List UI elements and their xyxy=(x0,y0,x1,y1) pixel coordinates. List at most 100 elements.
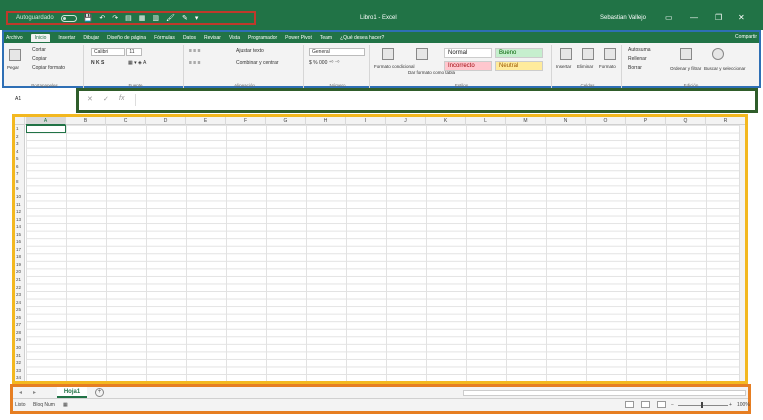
row-header[interactable]: 19 xyxy=(15,261,25,269)
format-as-table-icon[interactable] xyxy=(416,48,428,60)
font-size-select[interactable]: 11 xyxy=(126,48,143,56)
name-box[interactable]: A1 xyxy=(12,94,67,104)
tab-dibujar[interactable]: Dibujar xyxy=(83,35,99,41)
horizontal-scrollbar[interactable] xyxy=(463,390,746,396)
row-header[interactable]: 3 xyxy=(15,140,25,148)
row-header[interactable]: 29 xyxy=(15,336,25,344)
cancel-icon[interactable]: ✕ xyxy=(87,95,93,103)
tab-diseno[interactable]: Diseño de página xyxy=(107,35,146,41)
prev-sheet-icon[interactable]: ◂ xyxy=(19,389,22,396)
find-select-icon[interactable] xyxy=(712,48,724,60)
customize-qat-icon[interactable]: ▾ xyxy=(195,14,199,22)
ribbon-display-icon[interactable]: ▭ xyxy=(665,13,673,22)
row-header[interactable]: 25 xyxy=(15,306,25,314)
formula-input[interactable] xyxy=(135,94,755,106)
column-header[interactable]: A xyxy=(26,117,66,125)
autosave-toggle[interactable] xyxy=(60,14,77,22)
row-header[interactable]: 7 xyxy=(15,170,25,178)
row-header[interactable]: 20 xyxy=(15,268,25,276)
row-header[interactable]: 14 xyxy=(15,223,25,231)
format-cells-button[interactable]: Formato xyxy=(599,64,616,69)
row-header[interactable]: 8 xyxy=(15,178,25,186)
row-header[interactable]: 1 xyxy=(15,125,25,133)
wrap-text-button[interactable]: Ajustar texto xyxy=(236,48,264,54)
tab-datos[interactable]: Datos xyxy=(183,35,196,41)
redo-icon[interactable]: ↷ xyxy=(112,14,118,22)
row-header[interactable]: 34 xyxy=(15,374,25,381)
sheet-tab[interactable]: Hoja1 xyxy=(57,387,87,398)
select-all-corner[interactable] xyxy=(15,117,25,125)
row-header[interactable]: 15 xyxy=(15,231,25,239)
row-header[interactable]: 24 xyxy=(15,299,25,307)
zoom-level[interactable]: 100% xyxy=(737,402,750,408)
column-header[interactable]: N xyxy=(546,117,586,125)
zoom-slider[interactable] xyxy=(678,405,728,406)
row-header[interactable]: 10 xyxy=(15,193,25,201)
column-header[interactable]: C xyxy=(106,117,146,125)
macro-record-icon[interactable]: ▦ xyxy=(63,402,68,408)
close-button[interactable]: ✕ xyxy=(738,13,745,22)
align-top-icons[interactable]: ≡ ≡ ≡ xyxy=(189,48,201,54)
row-header[interactable]: 30 xyxy=(15,344,25,352)
column-header[interactable]: M xyxy=(506,117,546,125)
row-header[interactable]: 32 xyxy=(15,359,25,367)
copy-button[interactable]: Copiar xyxy=(32,56,47,62)
row-header[interactable]: 6 xyxy=(15,163,25,171)
row-header[interactable]: 28 xyxy=(15,329,25,337)
align-horizontal-icons[interactable]: ≡ ≡ ≡ xyxy=(189,60,201,66)
tab-power-pivot[interactable]: Power Pivot xyxy=(285,35,312,41)
sort-filter-icon[interactable] xyxy=(680,48,692,60)
column-header[interactable]: Q xyxy=(666,117,706,125)
vertical-scrollbar[interactable] xyxy=(739,125,745,381)
tab-revisar[interactable]: Revisar xyxy=(204,35,221,41)
column-header[interactable]: H xyxy=(306,117,346,125)
column-header[interactable]: R xyxy=(706,117,745,125)
page-layout-view-icon[interactable] xyxy=(641,401,650,408)
restore-button[interactable]: ❐ xyxy=(715,13,722,22)
number-format-select[interactable]: General xyxy=(309,48,365,56)
active-cell[interactable] xyxy=(26,125,66,133)
page-break-view-icon[interactable] xyxy=(657,401,666,408)
row-header[interactable]: 27 xyxy=(15,321,25,329)
column-header[interactable]: G xyxy=(266,117,306,125)
form-icon[interactable]: ▤ xyxy=(125,14,132,22)
tab-formulas[interactable]: Fórmulas xyxy=(154,35,175,41)
row-header[interactable]: 13 xyxy=(15,216,25,224)
autosum-button[interactable]: Autosuma xyxy=(628,47,651,53)
column-header[interactable]: O xyxy=(586,117,626,125)
row-header[interactable]: 9 xyxy=(15,185,25,193)
column-header[interactable]: E xyxy=(186,117,226,125)
conditional-format-icon[interactable] xyxy=(382,48,394,60)
row-header[interactable]: 5 xyxy=(15,155,25,163)
font-name-select[interactable]: Calibri xyxy=(91,48,125,56)
zoom-out-icon[interactable]: − xyxy=(671,402,674,408)
column-header[interactable]: K xyxy=(426,117,466,125)
borders-fill-fontcolor-icons[interactable]: ▦ ▾ ◈ A xyxy=(128,60,146,66)
minimize-button[interactable]: — xyxy=(690,13,698,22)
save-icon[interactable]: 💾 xyxy=(84,14,93,22)
format-painter-button[interactable]: Copiar formato xyxy=(32,65,65,71)
row-header[interactable]: 2 xyxy=(15,133,25,141)
style-neutral[interactable]: Neutral xyxy=(495,61,543,71)
row-header[interactable]: 33 xyxy=(15,367,25,375)
pen-icon[interactable]: ✎ xyxy=(182,14,188,22)
cut-button[interactable]: Cortar xyxy=(32,47,46,53)
row-header[interactable]: 18 xyxy=(15,253,25,261)
column-header[interactable]: I xyxy=(346,117,386,125)
row-header[interactable]: 12 xyxy=(15,208,25,216)
row-header[interactable]: 21 xyxy=(15,276,25,284)
delete-cells-button[interactable]: Eliminar xyxy=(577,64,593,69)
row-header[interactable]: 17 xyxy=(15,246,25,254)
row-header[interactable]: 26 xyxy=(15,314,25,322)
row-header[interactable]: 22 xyxy=(15,284,25,292)
undo-icon[interactable]: ↶ xyxy=(99,14,105,22)
row-header[interactable]: 23 xyxy=(15,291,25,299)
column-header[interactable]: P xyxy=(626,117,666,125)
style-bueno[interactable]: Bueno xyxy=(495,48,543,58)
insert-cells-button[interactable]: Insertar xyxy=(556,64,571,69)
tab-insertar[interactable]: Insertar xyxy=(58,35,75,41)
normal-view-icon[interactable] xyxy=(625,401,634,408)
column-header[interactable]: B xyxy=(66,117,106,125)
insert-function-icon[interactable]: fx xyxy=(119,95,124,102)
layout-icon[interactable]: ▥ xyxy=(152,14,159,22)
